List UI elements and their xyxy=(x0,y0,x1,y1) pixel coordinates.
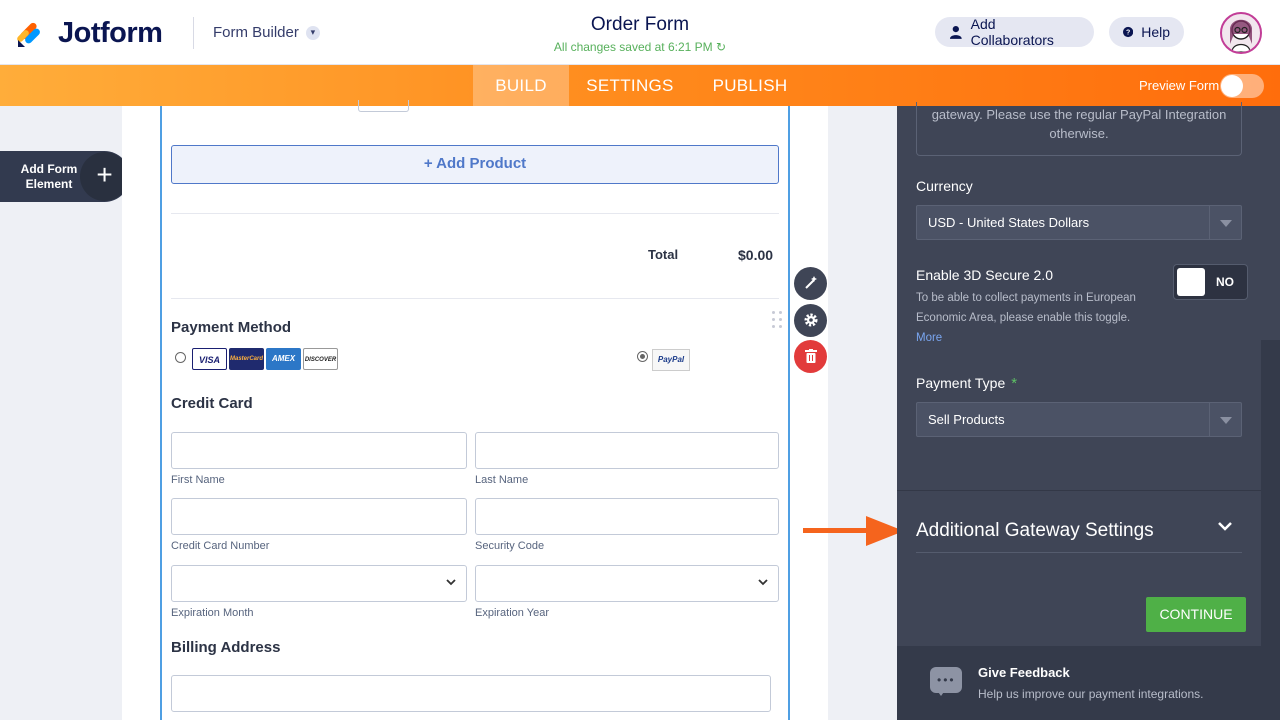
caret-down-icon xyxy=(1209,403,1241,436)
add-product-button[interactable]: + Add Product xyxy=(171,145,779,184)
divider xyxy=(916,552,1242,553)
more-link[interactable]: More xyxy=(916,332,942,344)
user-icon xyxy=(949,25,962,39)
expiration-year-select[interactable] xyxy=(475,565,779,602)
payment-type-value: Sell Products xyxy=(928,412,1005,427)
add-collaborators-button[interactable]: Add Collaborators xyxy=(935,16,1094,48)
add-collaborators-label: Add Collaborators xyxy=(970,16,1054,48)
amex-card-icon: AMEX xyxy=(266,348,301,370)
avatar-image xyxy=(1230,19,1252,52)
paypal-radio[interactable] xyxy=(637,351,648,362)
brand-name: Jotform xyxy=(58,17,163,49)
form-builder-label: Form Builder xyxy=(213,24,299,41)
payment-type-label: Payment Type * xyxy=(916,375,1017,392)
tab-settings[interactable]: SETTINGS xyxy=(585,65,675,106)
payment-type-select[interactable]: Sell Products xyxy=(916,402,1242,437)
give-feedback-section[interactable]: ••• Give Feedback Help us improve our pa… xyxy=(897,646,1261,720)
chevron-down-icon: ▾ xyxy=(305,25,320,40)
3d-secure-desc-text: To be able to collect payments in Europe… xyxy=(916,292,1136,324)
help-icon: ? xyxy=(1123,26,1134,38)
chevron-down-icon xyxy=(446,579,456,586)
avatar[interactable] xyxy=(1220,12,1262,54)
svg-text:?: ? xyxy=(1126,30,1130,37)
billing-address-title: Billing Address xyxy=(171,639,281,656)
builder-nav: BUILD SETTINGS PUBLISH xyxy=(0,65,1280,106)
form-title[interactable]: Order Form xyxy=(440,14,840,36)
drag-handle-icon[interactable] xyxy=(772,311,784,333)
3d-secure-description: To be able to collect payments in Europe… xyxy=(916,288,1166,348)
first-name-label: First Name xyxy=(171,474,225,486)
billing-address-input[interactable] xyxy=(171,675,771,712)
3d-secure-toggle[interactable]: NO xyxy=(1173,264,1248,300)
credit-card-title: Credit Card xyxy=(171,395,253,412)
chevron-down-icon xyxy=(758,579,768,586)
toggle-knob xyxy=(1221,75,1243,97)
save-status: All changes saved at 6:21 PM ↻ xyxy=(440,40,840,54)
tab-build[interactable]: BUILD xyxy=(473,65,569,106)
currency-value: USD - United States Dollars xyxy=(928,215,1090,230)
last-name-input[interactable] xyxy=(475,432,779,469)
toggle-knob xyxy=(1177,268,1205,296)
save-status-text: All changes saved at 6:21 PM xyxy=(553,40,713,54)
help-label: Help xyxy=(1141,24,1170,40)
paypal-logo-icon: PayPal xyxy=(652,349,690,371)
properties-button[interactable] xyxy=(794,304,827,337)
payment-method-title: Payment Method xyxy=(171,319,292,336)
trash-icon xyxy=(804,349,817,363)
required-star-icon: * xyxy=(1011,375,1018,392)
divider xyxy=(171,298,779,299)
jotform-logo-icon xyxy=(17,22,40,47)
first-name-input[interactable] xyxy=(171,432,467,469)
scrollbar-thumb[interactable] xyxy=(1261,340,1280,720)
credit-card-radio[interactable] xyxy=(175,352,186,363)
tab-publish[interactable]: PUBLISH xyxy=(710,65,790,106)
preview-form-toggle[interactable] xyxy=(1220,74,1264,98)
refresh-icon: ↻ xyxy=(716,40,727,54)
continue-button[interactable]: CONTINUE xyxy=(1146,597,1246,632)
add-form-element-label: Add Form Element xyxy=(20,162,78,191)
chat-bubble-icon: ••• xyxy=(930,667,962,696)
expiration-month-select[interactable] xyxy=(171,565,467,602)
delete-button[interactable] xyxy=(794,340,827,373)
additional-gateway-settings-header[interactable]: Additional Gateway Settings xyxy=(916,520,1154,542)
chevron-down-icon[interactable] xyxy=(1217,516,1233,537)
mastercard-card-icon: MasterCard xyxy=(229,348,264,370)
total-value: $0.00 xyxy=(738,247,774,263)
total-label: Total xyxy=(648,247,679,262)
add-form-element-button[interactable]: Add Form Element + xyxy=(0,151,130,202)
top-header: Jotform Form Builder ▾ Order Form All ch… xyxy=(0,0,1280,65)
caret-down-icon xyxy=(1209,206,1241,239)
feedback-title: Give Feedback xyxy=(978,665,1070,680)
selected-payment-field[interactable] xyxy=(160,106,790,720)
last-name-label: Last Name xyxy=(475,474,529,486)
3d-secure-label: Enable 3D Secure 2.0 xyxy=(916,267,1053,283)
expiration-month-label: Expiration Month xyxy=(171,607,254,619)
credit-card-number-input[interactable] xyxy=(171,498,467,535)
header-divider xyxy=(193,17,194,49)
jotform-logo[interactable]: Jotform xyxy=(16,17,163,50)
toggle-state: NO xyxy=(1216,275,1234,289)
payment-type-label-text: Payment Type xyxy=(916,375,1006,391)
security-code-label: Security Code xyxy=(475,540,545,552)
currency-label: Currency xyxy=(916,178,973,194)
security-code-input[interactable] xyxy=(475,498,779,535)
feedback-subtitle: Help us improve our payment integrations… xyxy=(978,687,1204,701)
help-button[interactable]: ? Help xyxy=(1109,17,1184,47)
currency-select[interactable]: USD - United States Dollars xyxy=(916,205,1242,240)
divider xyxy=(171,213,779,214)
divider xyxy=(897,490,1280,491)
magic-wand-icon xyxy=(804,276,817,289)
form-builder-menu[interactable]: Form Builder ▾ xyxy=(213,24,320,41)
expiration-year-label: Expiration Year xyxy=(475,607,549,619)
payment-settings-panel: gateway. Please use the regular PayPal I… xyxy=(897,102,1280,720)
credit-card-number-label: Credit Card Number xyxy=(171,540,270,552)
form-title-area: Order Form All changes saved at 6:21 PM … xyxy=(440,14,840,54)
info-note: gateway. Please use the regular PayPal I… xyxy=(916,102,1242,156)
visa-card-icon: VISA xyxy=(192,348,227,370)
discover-card-icon: DISCOVER xyxy=(303,348,338,370)
annotation-arrow xyxy=(803,528,873,533)
gear-icon xyxy=(804,313,817,327)
magic-wand-button[interactable] xyxy=(794,267,827,300)
preview-form-label: Preview Form xyxy=(1139,78,1220,93)
